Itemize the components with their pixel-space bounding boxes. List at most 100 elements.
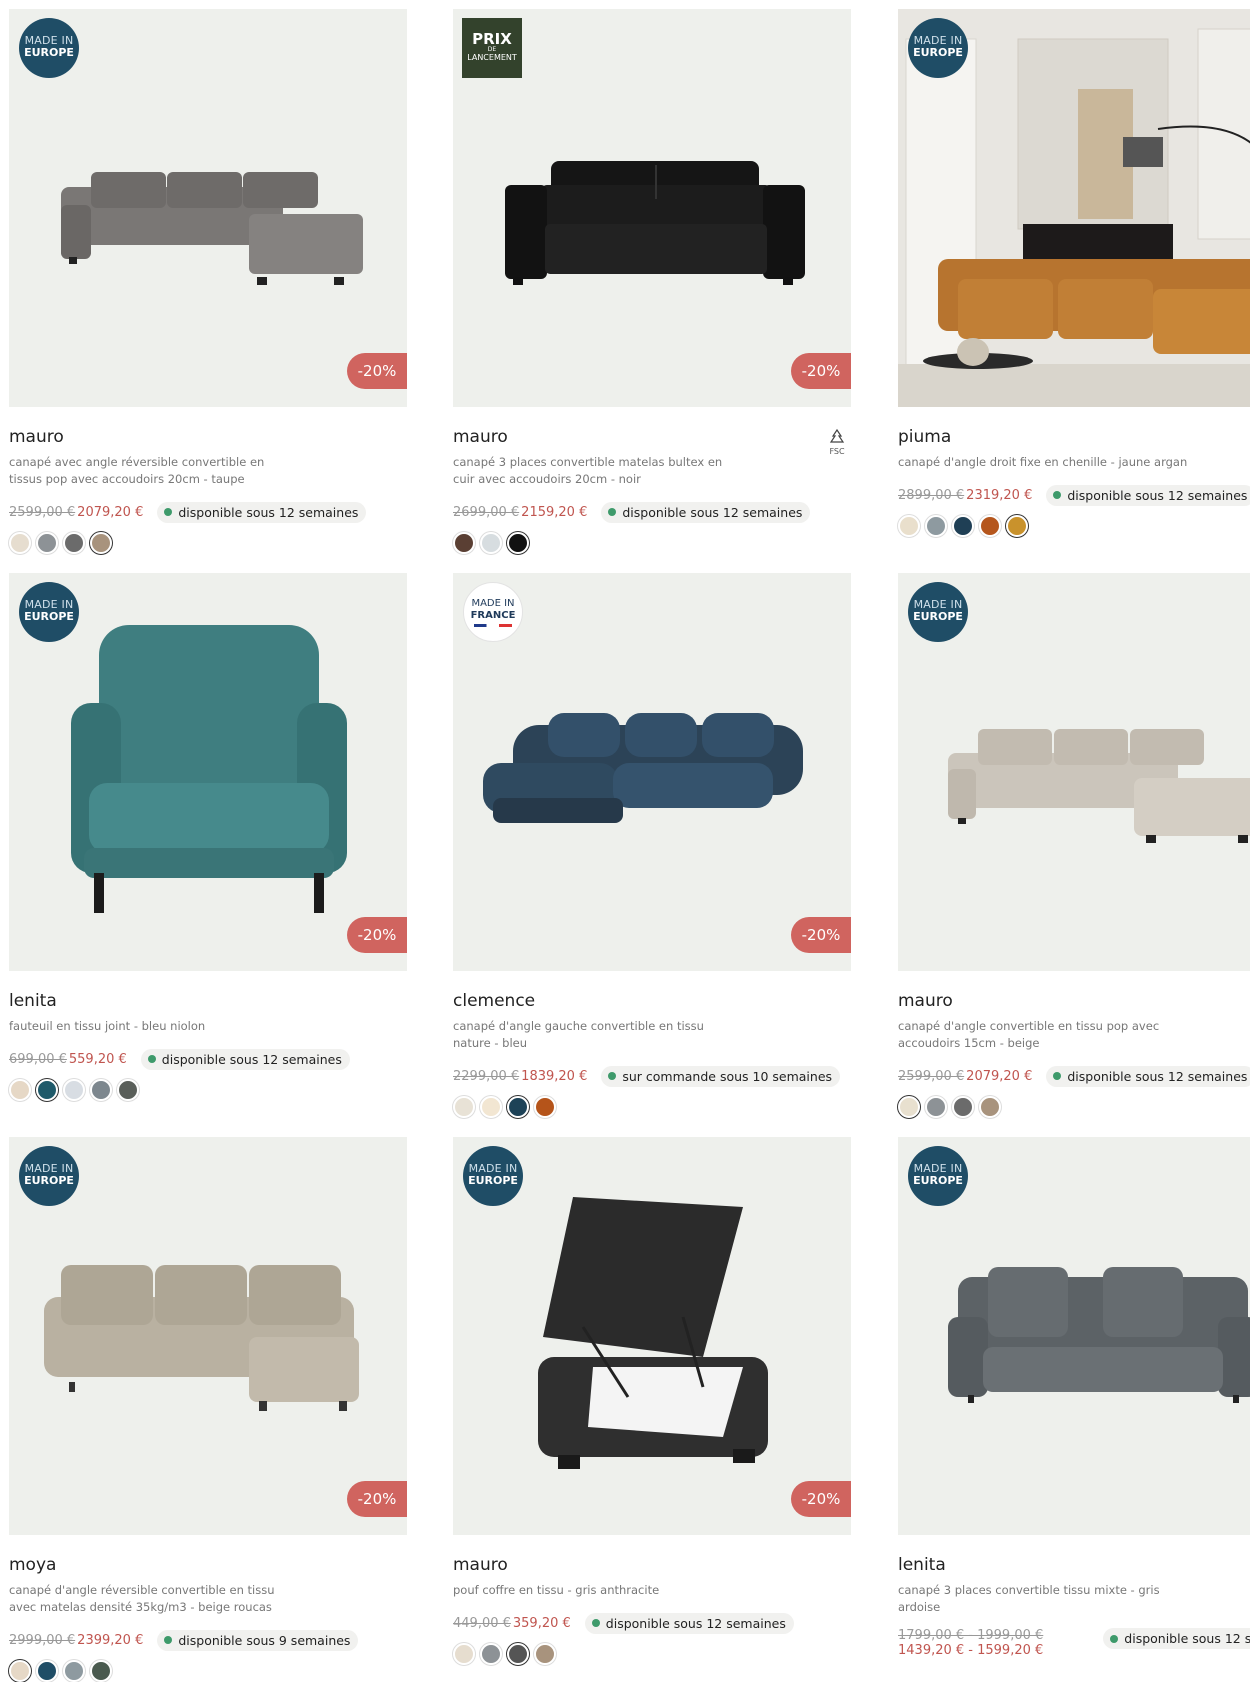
product-name[interactable]: mauro [453,427,851,447]
product-card[interactable]: MADE IN FRANCE -20% clemence canapé d'ang… [453,573,851,1118]
badge-text: EUROPE [468,1174,518,1187]
color-swatch[interactable] [90,1660,112,1682]
product-image[interactable]: MADE IN EUROPE -20% [453,1137,851,1535]
color-swatch[interactable] [117,1079,139,1101]
color-swatch[interactable] [453,532,475,554]
availability-text: disponible sous 9 semaines [178,1632,351,1648]
availability-dot [608,1072,617,1080]
price-line: 2999,00 € 2399,20 € disponible sous 9 se… [9,1628,407,1652]
availability-text: disponible sous 12 semaines [1124,1631,1250,1646]
color-swatch[interactable] [507,1096,529,1118]
product-image[interactable]: MADE IN EUROPE [898,9,1250,407]
price-line: 2899,00 € 2319,20 € disponible sous 12 s… [898,483,1250,507]
discount-badge: -20% [791,353,851,389]
product-image[interactable]: MADE IN EUROPE -20% [9,9,407,407]
product-image[interactable]: MADE IN EUROPE -20% [9,573,407,971]
color-swatch[interactable] [90,1079,112,1101]
price-line: 1799,00 € - 1999,00 € 1439,20 € - 1599,2… [898,1628,1250,1658]
color-swatch[interactable] [898,1096,920,1118]
availability-badge: disponible sous 12 semaines [584,1612,794,1634]
old-price: 2999,00 € [9,1632,76,1648]
discount-badge: -20% [791,1481,851,1517]
color-swatch[interactable] [63,532,85,554]
product-card[interactable]: MADE IN EUROPE -20% moya canapé d'angle r… [9,1137,407,1682]
badge-text: FRANCE [470,610,516,621]
availability-badge: disponible sous 12 semaines [601,501,811,523]
color-swatch[interactable] [63,1660,85,1682]
new-price: 559,20 € [68,1051,127,1067]
product-description: canapé d'angle réversible convertible en… [9,1583,275,1614]
availability-dot [1053,1072,1062,1080]
product-name[interactable]: mauro [453,1555,851,1575]
color-swatch[interactable] [898,515,920,537]
availability-badge: disponible sous 12 semaines [1046,1065,1250,1087]
availability-text: sur commande sous 10 semaines [622,1068,833,1084]
product-card[interactable]: MADE IN EUROPE -20% lenita fauteuil en ti… [9,573,407,1101]
product-card[interactable]: MADE IN EUROPE lenita canapé 3 places con… [898,1137,1250,1658]
made-in-europe-badge: MADE IN EUROPE [19,582,79,642]
color-swatch[interactable] [36,1660,58,1682]
availability-text: disponible sous 12 semaines [178,504,359,520]
color-swatch[interactable] [9,1660,31,1682]
color-swatch[interactable] [925,1096,947,1118]
badge-text: EUROPE [913,610,963,623]
product-image[interactable]: MADE IN FRANCE -20% [453,573,851,971]
product-name[interactable]: mauro [9,427,407,447]
color-swatch[interactable] [453,1643,475,1665]
color-swatch[interactable] [925,515,947,537]
color-swatch[interactable] [507,532,529,554]
price-line: 2299,00 € 1839,20 € sur commande sous 10… [453,1064,851,1088]
product-name[interactable]: lenita [898,1555,1250,1575]
color-swatch[interactable] [36,532,58,554]
color-swatch[interactable] [534,1096,556,1118]
color-swatch[interactable] [453,1096,475,1118]
old-price: 2599,00 € [9,504,76,520]
color-swatches [9,532,407,554]
color-swatch[interactable] [1006,515,1028,537]
product-image[interactable]: MADE IN EUROPE [898,573,1250,971]
color-swatch[interactable] [90,532,112,554]
product-name[interactable]: lenita [9,991,407,1011]
launch-price-badge: PRIX DE LANCEMENT [462,18,522,78]
color-swatch[interactable] [36,1079,58,1101]
color-swatch[interactable] [952,515,974,537]
product-card[interactable]: MADE IN EUROPE -20% mauro canapé avec ang… [9,9,407,554]
availability-text: disponible sous 12 semaines [605,1615,786,1631]
availability-dot [1053,491,1062,499]
color-swatches [453,1643,851,1665]
color-swatch[interactable] [63,1079,85,1101]
discount-badge: -20% [347,1481,407,1517]
product-card[interactable]: PRIX DE LANCEMENT -20% FSC mauro canapé 3 … [453,9,851,554]
made-in-europe-badge: MADE IN EUROPE [908,1146,968,1206]
color-swatches [453,1096,851,1118]
color-swatch[interactable] [507,1643,529,1665]
product-image[interactable]: MADE IN EUROPE -20% [9,1137,407,1535]
color-swatch[interactable] [480,532,502,554]
product-name[interactable]: moya [9,1555,407,1575]
color-swatch[interactable] [979,515,1001,537]
product-card[interactable]: MADE IN EUROPE piuma canapé d'angle droit… [898,9,1250,537]
availability-badge: disponible sous 12 semaines [1103,1628,1250,1649]
product-card[interactable]: MADE IN EUROPE -20% mauro pouf coffre en … [453,1137,851,1665]
color-swatch[interactable] [534,1643,556,1665]
new-price: 359,20 € [512,1615,571,1631]
new-price: 2319,20 € [966,487,1033,503]
product-name[interactable]: piuma [898,427,1250,447]
color-swatches [898,1096,1250,1118]
color-swatch[interactable] [979,1096,1001,1118]
color-swatch[interactable] [480,1643,502,1665]
product-description: canapé d'angle droit fixe en chenille - … [898,455,1188,469]
color-swatch[interactable] [9,1079,31,1101]
product-image[interactable]: PRIX DE LANCEMENT -20% [453,9,851,407]
color-swatch[interactable] [9,532,31,554]
product-card[interactable]: MADE IN EUROPE mauro canapé d'angle conve… [898,573,1250,1118]
color-swatch[interactable] [480,1096,502,1118]
color-swatch[interactable] [952,1096,974,1118]
price-line: 699,00 € 559,20 € disponible sous 12 sem… [9,1047,407,1071]
product-image[interactable]: MADE IN EUROPE [898,1137,1250,1535]
availability-dot [608,508,617,516]
product-name[interactable]: clemence [453,991,851,1011]
made-in-europe-badge: MADE IN EUROPE [908,582,968,642]
product-name[interactable]: mauro [898,991,1250,1011]
old-price: 449,00 € [453,1615,511,1631]
